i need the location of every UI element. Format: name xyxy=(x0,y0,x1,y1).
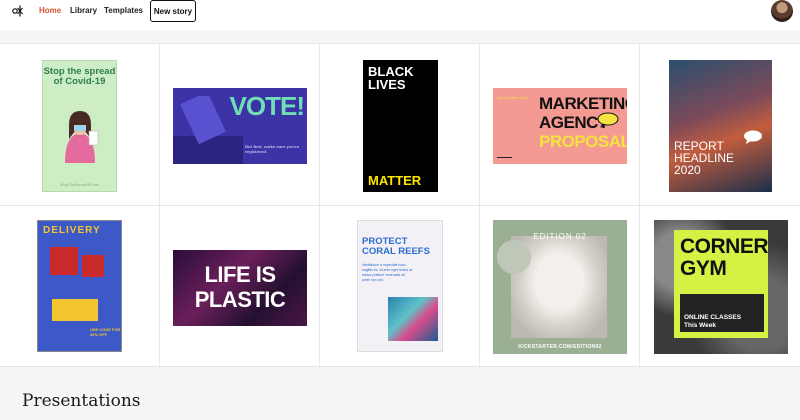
subtitle-line: This Week xyxy=(684,322,717,329)
title-line: 2020 xyxy=(674,163,701,177)
title-line: PLASTIC xyxy=(194,287,286,312)
subtitle-line: ONLINE CLASSES xyxy=(684,314,742,321)
coral-image xyxy=(388,297,438,341)
title-line: LIFE IS xyxy=(204,262,276,287)
promo-panel xyxy=(52,299,98,321)
template-thumbnail-gym[interactable]: CORNER GYM ONLINE CLASSES This Week xyxy=(654,220,788,354)
divider xyxy=(497,157,512,158)
top-navigation-bar: Home Library Templates New story xyxy=(0,0,800,30)
template-title: REPORT HEADLINE 2020 xyxy=(674,140,734,176)
logo-icon[interactable] xyxy=(11,4,25,18)
template-thumbnail-plastic[interactable]: LIFE IS PLASTIC xyxy=(173,250,307,326)
template-thumbnail-coral[interactable]: PROTECT CORAL REEFS Vestibulum a imperdi… xyxy=(357,220,443,352)
template-footer: KICKSTARTER.COM/EDITION02 xyxy=(518,344,602,350)
nav-link-templates[interactable]: Templates xyxy=(104,6,143,15)
template-thumbnail-edition[interactable]: EDITION 02 KICKSTARTER.COM/EDITION02 xyxy=(493,220,627,354)
title-line: MARKETING xyxy=(539,94,627,113)
template-footer: #StopTheSpreadOfCovid xyxy=(59,183,100,187)
template-thumbnail-delivery[interactable]: DELIVERY USE CODE FOR 30% OFF xyxy=(37,220,122,352)
title-line: CORAL REEFS xyxy=(362,246,430,257)
template-title: CORNER GYM xyxy=(680,235,769,280)
nav-link-home[interactable]: Home xyxy=(39,6,61,15)
illustration-icon xyxy=(65,111,99,163)
template-title: LIFE IS PLASTIC xyxy=(173,262,307,312)
speech-bubble-icon xyxy=(597,112,619,128)
new-story-button[interactable]: New story xyxy=(150,0,196,22)
template-cell[interactable]: Stop the spread of Covid-19 #StopTheSpre… xyxy=(0,44,160,206)
template-cell[interactable]: CORNER GYM ONLINE CLASSES This Week xyxy=(640,206,800,368)
template-thumbnail-vote[interactable]: VOTE! But first, make sure you're regist… xyxy=(173,88,307,164)
template-title: PROTECT CORAL REEFS xyxy=(362,237,430,257)
template-title: DELIVERY xyxy=(43,225,101,236)
decorative-circle xyxy=(497,240,531,274)
template-title: Stop the spread of Covid-19 xyxy=(43,66,116,87)
template-thumbnail-blm[interactable]: BLACK LIVES MATTER xyxy=(363,60,438,192)
nav-link-library[interactable]: Library xyxy=(70,6,97,15)
speech-bubble-icon xyxy=(744,130,762,144)
title-line: PROPOSAL xyxy=(539,132,627,151)
template-cell[interactable]: LIFE IS PLASTIC xyxy=(160,206,320,368)
template-thumbnail-covid[interactable]: Stop the spread of Covid-19 #StopTheSpre… xyxy=(42,60,117,192)
templates-grid: Stop the spread of Covid-19 #StopTheSpre… xyxy=(0,43,800,368)
title-line: GYM xyxy=(680,257,727,280)
template-cell[interactable]: PROTECT CORAL REEFS Vestibulum a imperdi… xyxy=(320,206,480,368)
template-title: EDITION 02 xyxy=(533,232,587,241)
template-cell[interactable]: DELIVERY USE CODE FOR 30% OFF xyxy=(0,206,160,368)
template-thumbnail-report[interactable]: REPORT HEADLINE 2020 xyxy=(669,60,772,192)
template-cell[interactable]: VOTE! But first, make sure you're regist… xyxy=(160,44,320,206)
user-avatar[interactable] xyxy=(771,0,793,22)
template-subtitle: ONLINE CLASSES This Week xyxy=(684,314,741,330)
template-title: BLACK LIVES xyxy=(368,64,414,92)
template-title-bottom: MATTER xyxy=(368,173,422,188)
template-tag: Agency name. Date xyxy=(497,96,528,100)
template-cell[interactable]: Agency name. Date MARKETING AGENCY PROPO… xyxy=(480,44,640,206)
template-title: VOTE! xyxy=(229,91,305,121)
image-placeholder xyxy=(50,247,78,275)
template-cell[interactable]: BLACK LIVES MATTER xyxy=(320,44,480,206)
template-cell[interactable]: EDITION 02 KICKSTARTER.COM/EDITION02 xyxy=(480,206,640,368)
image-placeholder xyxy=(82,255,104,277)
template-cell[interactable]: REPORT HEADLINE 2020 xyxy=(640,44,800,206)
template-thumbnail-marketing[interactable]: Agency name. Date MARKETING AGENCY PROPO… xyxy=(493,88,627,164)
section-heading-presentations: Presentations xyxy=(22,391,141,411)
title-line: CORNER xyxy=(680,235,769,258)
template-subtitle: But first, make sure you're registered. xyxy=(245,144,300,154)
template-body: Vestibulum a imperdiet nunc, sagittis ex… xyxy=(362,263,413,282)
promo-code: USE CODE FOR 30% OFF xyxy=(90,327,121,337)
